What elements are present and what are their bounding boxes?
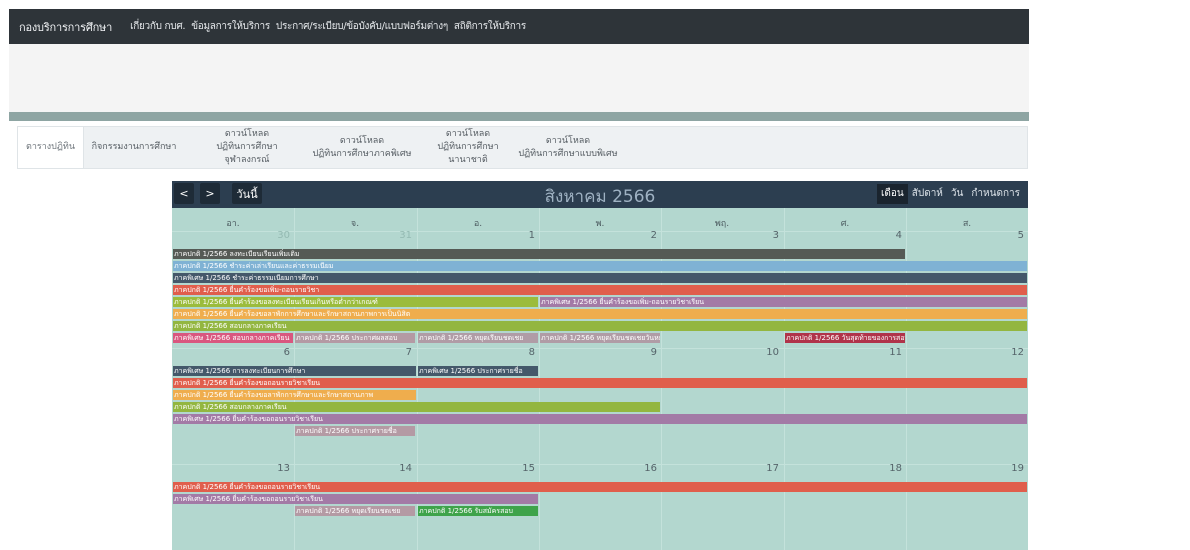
header-banner — [9, 44, 1029, 112]
day-number[interactable]: 4 — [784, 230, 902, 241]
day-number[interactable]: 30 — [172, 230, 290, 241]
calendar-event[interactable]: ภาคปกติ 1/2566 ยื่นคำร้องขอถอนรายวิชาเรี… — [173, 482, 1027, 492]
calendar-event[interactable]: ภาคปกติ 1/2566 ยื่นคำร้องขอลาพักการศึกษา… — [173, 309, 1027, 319]
weekday-header: พ. — [595, 219, 605, 229]
calendar-event[interactable]: ภาคปกติ 1/2566 ยื่นคำร้องขอถอนรายวิชาเรี… — [173, 378, 1027, 388]
view-day-button[interactable]: วัน — [947, 184, 967, 204]
nav-item-announcements[interactable]: ประกาศ/ระเบียบ/ข้อบังคับ/แบบฟอร์มต่างๆ — [276, 19, 448, 34]
day-number[interactable]: 31 — [294, 230, 412, 241]
tab-label: ดาวน์โหลด — [545, 135, 591, 146]
day-number[interactable]: 5 — [906, 230, 1024, 241]
next-month-button[interactable]: > — [200, 183, 220, 204]
day-number[interactable]: 17 — [661, 463, 779, 474]
calendar-toolbar: < > วันนี้ สิงหาคม 2566 เดือน สัปดาห์ วั… — [172, 181, 1028, 208]
calendar-event[interactable]: ภาคพิเศษ 1/2566 ยื่นคำร้องขอถอนรายวิชาเร… — [173, 494, 538, 504]
calendar-event[interactable]: ภาคปกติ 1/2566 ประกาศผลสอบ — [295, 333, 415, 343]
tab-sublabel: ปฏิทินการศึกษาแบบพิเศษ — [518, 148, 618, 159]
day-number[interactable]: 14 — [294, 463, 412, 474]
day-number[interactable]: 15 — [417, 463, 535, 474]
tab-label: ดาวน์โหลด — [339, 135, 385, 146]
view-week-button[interactable]: สัปดาห์ — [908, 184, 947, 204]
calendar-event[interactable]: ภาคพิเศษ 1/2566 ชำระค่าธรรมเนียมการศึกษา — [173, 273, 1027, 283]
calendar-event[interactable]: ภาคปกติ 1/2566 หยุดเรียนชดเชย — [418, 333, 538, 343]
day-number[interactable]: 7 — [294, 347, 412, 358]
prev-month-button[interactable]: < — [174, 183, 194, 204]
tab-download-special[interactable]: ดาวน์โหลด ปฏิทินการศึกษาภาคพิเศษ — [309, 127, 415, 168]
calendar-event[interactable]: ภาคปกติ 1/2566 ยื่นคำร้องขอลงทะเบียนเรีย… — [173, 297, 538, 307]
tab-label: ดาวน์โหลด — [445, 129, 491, 139]
calendar-event[interactable]: ภาคปกติ 1/2566 วันสุดท้ายของการสอบ — [785, 333, 905, 343]
chevron-left-icon: < — [179, 187, 189, 200]
tab-download-other[interactable]: ดาวน์โหลด ปฏิทินการศึกษาแบบพิเศษ — [518, 127, 618, 168]
header-divider — [9, 112, 1029, 121]
calendar-event[interactable]: ภาคพิเศษ 1/2566 สอบกลางภาคเรียน — [173, 333, 293, 343]
tab-label: กิจกรรมงานการศึกษา — [91, 142, 177, 152]
calendar-event[interactable]: ภาคปกติ 1/2566 หยุดเรียนชดเชยวันหยุด — [540, 333, 660, 343]
weekday-header: อ. — [473, 219, 483, 229]
calendar-event[interactable]: ภาคปกติ 1/2566 สอบกลางภาคเรียน — [173, 321, 1027, 331]
calendar-event[interactable]: ภาคปกติ 1/2566 รับสมัครสอบ — [418, 506, 538, 516]
day-number[interactable]: 3 — [661, 230, 779, 241]
day-number[interactable]: 18 — [784, 463, 902, 474]
day-number[interactable]: 2 — [539, 230, 657, 241]
top-navbar: กองบริการการศึกษา เกี่ยวกับ กบศ. ข้อมูลก… — [9, 9, 1029, 44]
day-number[interactable]: 16 — [539, 463, 657, 474]
weekday-header: อา. — [226, 219, 240, 229]
calendar-event[interactable]: ภาคปกติ 1/2566 ชำระค่าเล่าเรียนและค่าธรร… — [173, 261, 1027, 271]
weekday-header: ส. — [962, 219, 972, 229]
calendar-event[interactable]: ภาคปกติ 1/2566 หยุดเรียนชดเชย — [295, 506, 415, 516]
calendar-event[interactable]: ภาคพิเศษ 1/2566 ยื่นคำร้องขอเพิ่ม-ถอนราย… — [540, 297, 1027, 307]
calendar-event[interactable]: ภาคปกติ 1/2566 ลงทะเบียนเรียนเพิ่มเติม — [173, 249, 905, 259]
tab-download-international[interactable]: ดาวน์โหลด ปฏิทินการศึกษานานาชาติ — [418, 127, 518, 168]
calendar-title: สิงหาคม 2566 — [544, 187, 656, 207]
weekday-header: พฤ. — [714, 219, 730, 229]
tab-activities[interactable]: กิจกรรมงานการศึกษา — [84, 127, 184, 168]
brand-link[interactable]: กองบริการการศึกษา — [9, 18, 112, 36]
day-number[interactable]: 9 — [539, 347, 657, 358]
weekday-header: ศ. — [840, 219, 850, 229]
tab-calendar[interactable]: ตารางปฏิทิน — [18, 127, 84, 168]
day-number[interactable]: 1 — [417, 230, 535, 241]
day-number[interactable]: 12 — [906, 347, 1024, 358]
tab-label: ดาวน์โหลด — [224, 129, 270, 139]
tab-download-chula[interactable]: ดาวน์โหลด ปฏิทินการศึกษาจุฬาลงกรณ์ — [194, 127, 300, 168]
day-number[interactable]: 6 — [172, 347, 290, 358]
calendar-event[interactable]: ภาคปกติ 1/2566 ยื่นคำร้องขอลาพักการศึกษา… — [173, 390, 416, 400]
weekday-header: จ. — [350, 219, 360, 229]
day-number[interactable]: 19 — [906, 463, 1024, 474]
view-agenda-button[interactable]: กำหนดการ — [967, 184, 1024, 204]
chevron-right-icon: > — [205, 187, 215, 200]
calendar-event[interactable]: ภาคพิเศษ 1/2566 ประกาศรายชื่อ — [418, 366, 538, 376]
calendar-event[interactable]: ภาคปกติ 1/2566 ยื่นคำร้องขอเพิ่ม-ถอนรายว… — [173, 285, 1027, 295]
nav-menu: เกี่ยวกับ กบศ. ข้อมูลการให้บริการ ประกาศ… — [130, 19, 526, 34]
nav-item-statistics[interactable]: สถิติการให้บริการ — [454, 19, 526, 34]
day-number[interactable]: 8 — [417, 347, 535, 358]
calendar-event[interactable]: ภาคปกติ 1/2566 สอบกลางภาคเรียน — [173, 402, 660, 412]
tab-sublabel: ปฏิทินการศึกษาจุฬาลงกรณ์ — [216, 142, 278, 165]
calendar-event[interactable]: ภาคพิเศษ 1/2566 ยื่นคำร้องขอถอนรายวิชาเร… — [173, 414, 1027, 424]
today-label: วันนี้ — [236, 187, 258, 201]
day-number[interactable]: 13 — [172, 463, 290, 474]
day-number[interactable]: 11 — [784, 347, 902, 358]
calendar-event[interactable]: ภาคพิเศษ 1/2566 การลงทะเบียนการศึกษา — [173, 366, 416, 376]
calendar-event[interactable]: ภาคปกติ 1/2566 ประกาศรายชื่อ — [295, 426, 415, 436]
nav-item-services[interactable]: ข้อมูลการให้บริการ — [191, 19, 270, 34]
tab-sublabel: ปฏิทินการศึกษาภาคพิเศษ — [312, 148, 412, 159]
day-number[interactable]: 10 — [661, 347, 779, 358]
today-button[interactable]: วันนี้ — [232, 183, 262, 204]
tab-label: ตารางปฏิทิน — [25, 142, 76, 152]
tab-bar: ตารางปฏิทิน กิจกรรมงานการศึกษา ดาวน์โหลด… — [17, 126, 1028, 169]
nav-item-about[interactable]: เกี่ยวกับ กบศ. — [130, 19, 185, 34]
calendar: < > วันนี้ สิงหาคม 2566 เดือน สัปดาห์ วั… — [172, 181, 1028, 550]
tab-sublabel: ปฏิทินการศึกษานานาชาติ — [437, 142, 499, 165]
view-switcher: เดือน สัปดาห์ วัน กำหนดการ — [876, 184, 1024, 204]
view-month-button[interactable]: เดือน — [876, 184, 908, 204]
